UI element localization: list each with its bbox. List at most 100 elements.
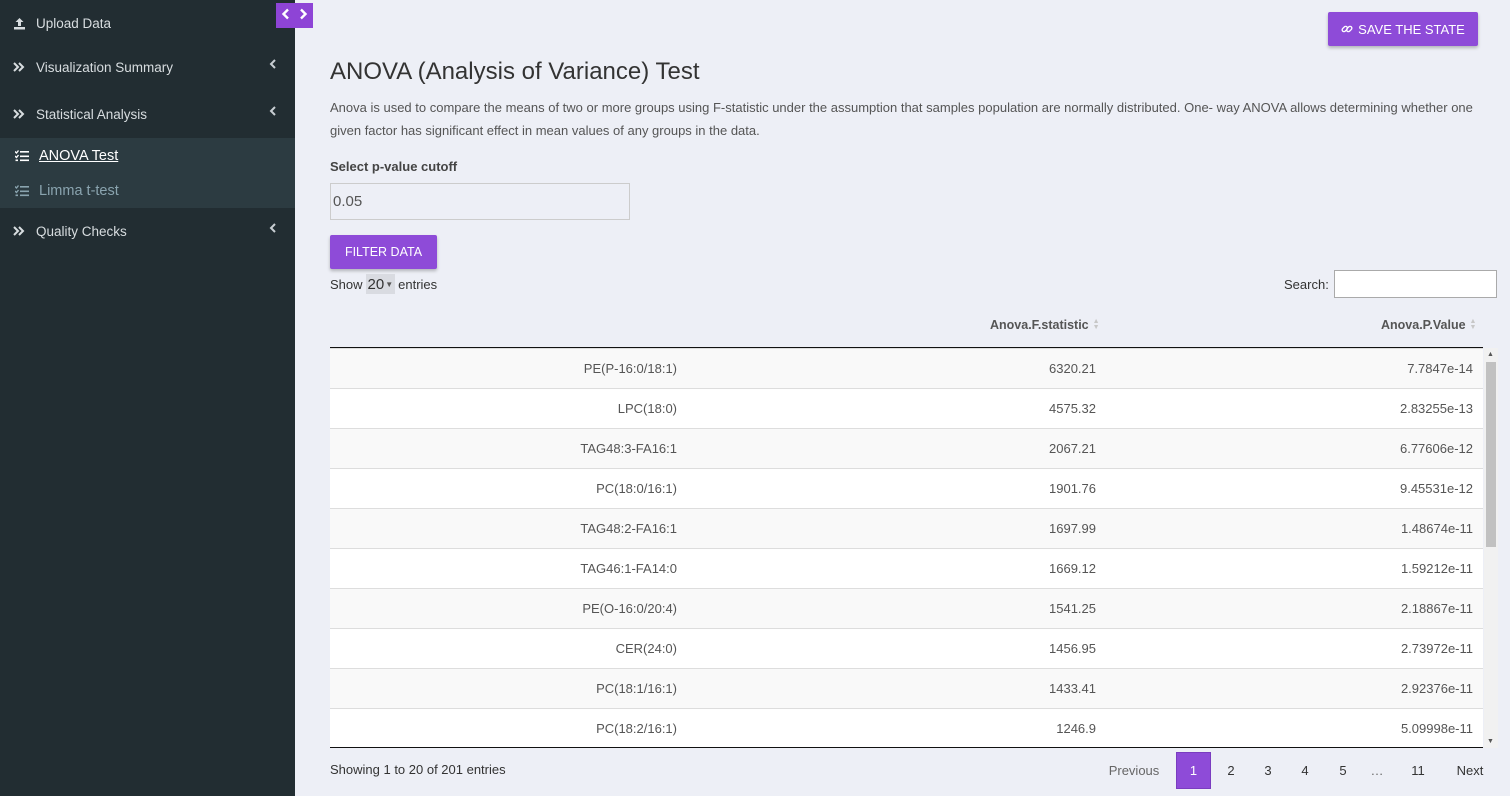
table-cell: TAG48:3-FA16:1 <box>580 441 677 456</box>
double-chevron-right-icon <box>12 62 26 72</box>
table-cell: 1433.41 <box>1049 681 1096 696</box>
sidebar-item-visualization-summary[interactable]: Visualization Summary <box>0 44 295 90</box>
sidebar-item-upload-data[interactable]: Upload Data <box>0 0 295 46</box>
sidebar-item-label: Visualization Summary <box>36 59 174 75</box>
table-cell: 2.73972e-11 <box>1400 641 1473 656</box>
double-chevron-right-icon <box>12 226 26 236</box>
column-header-label: Anova.P.Value <box>1381 318 1466 332</box>
table-cell: PC(18:0/16:1) <box>596 481 677 496</box>
table-cell: 1246.9 <box>1056 721 1096 736</box>
scrollbar-thumb[interactable] <box>1486 362 1496 547</box>
pagination-page-2[interactable]: 2 <box>1214 752 1248 789</box>
save-state-button[interactable]: SAVE THE STATE <box>1328 12 1478 46</box>
chevron-left-icon <box>269 106 276 119</box>
table-cell: 1669.12 <box>1049 561 1096 576</box>
table-cell: 9.45531e-12 <box>1399 481 1473 496</box>
column-header-f-statistic[interactable]: Anova.F.statistic ▲ ▼ <box>990 318 1100 332</box>
filter-data-button[interactable]: FILTER DATA <box>330 235 437 269</box>
sidebar-item-label: Statistical Analysis <box>36 106 148 122</box>
save-state-label: SAVE THE STATE <box>1358 21 1465 37</box>
sidebar-item-statistical-analysis[interactable]: Statistical Analysis <box>0 91 295 137</box>
list-check-icon <box>15 184 29 197</box>
table-row[interactable]: PE(P-16:0/18:1) 6320.21 7.7847e-14 <box>330 348 1483 388</box>
table-cell: TAG46:1-FA14:0 <box>580 561 677 576</box>
table-cell: 1901.76 <box>1049 481 1096 496</box>
column-header-p-value[interactable]: Anova.P.Value ▲ ▼ <box>1381 318 1476 332</box>
pvalue-label: Select p-value cutoff <box>330 159 458 174</box>
table-cell: CER(24:0) <box>615 641 677 656</box>
table-cell: PE(O-16:0/20:4) <box>582 601 677 616</box>
sidebar-toggle-button[interactable] <box>276 3 313 28</box>
statistical-analysis-submenu: ANOVA Test Limma t-test <box>0 138 295 208</box>
table-cell: 2.83255e-13 <box>1399 401 1473 416</box>
entries-label: entries <box>398 276 438 292</box>
table-header: Anova.F.statistic ▲ ▼ Anova.P.Value ▲ ▼ <box>330 306 1483 348</box>
pagination-next[interactable]: Next <box>1446 752 1494 789</box>
table-cell: 1.48674e-11 <box>1400 521 1473 536</box>
search-input[interactable] <box>1334 270 1497 298</box>
list-check-icon <box>15 149 29 162</box>
sidebar-item-limma-t-test[interactable]: Limma t-test <box>0 173 295 208</box>
search-label: Search: <box>1284 277 1329 292</box>
table-cell: PC(18:2/16:1) <box>596 721 677 736</box>
scroll-down-arrow-icon[interactable]: ▼ <box>1487 738 1494 745</box>
table-cell: PE(P-16:0/18:1) <box>583 361 677 376</box>
pagination-page-1[interactable]: 1 <box>1176 752 1211 789</box>
table-cell: 4575.32 <box>1049 401 1096 416</box>
table-info: Showing 1 to 20 of 201 entries <box>330 762 506 777</box>
table-row[interactable]: PC(18:0/16:1) 1901.76 9.45531e-12 <box>330 468 1483 508</box>
table-cell: 5.09998e-11 <box>1400 721 1473 736</box>
chevron-left-icon <box>269 223 276 236</box>
table-row[interactable]: CER(24:0) 1456.95 2.73972e-11 <box>330 628 1483 668</box>
page-title: ANOVA (Analysis of Variance) Test <box>330 58 700 85</box>
table-cell: 1541.25 <box>1049 601 1096 616</box>
pagination-page-5[interactable]: 5 <box>1326 752 1360 789</box>
sidebar-item-label: Quality Checks <box>36 223 127 239</box>
table-row[interactable]: PC(18:1/16:1) 1433.41 2.92376e-11 <box>330 668 1483 708</box>
page-description: Anova is used to compare the means of tw… <box>330 100 1473 138</box>
scroll-up-arrow-icon[interactable]: ▲ <box>1487 351 1494 358</box>
table-row[interactable]: PC(18:2/16:1) 1246.9 5.09998e-11 <box>330 708 1483 747</box>
table-cell: 1.59212e-11 <box>1400 561 1473 576</box>
sort-icon: ▲ ▼ <box>1092 318 1100 331</box>
double-chevron-right-icon <box>12 109 26 119</box>
upload-icon <box>12 17 26 30</box>
page-length-control: Show 20 ▼ entries <box>330 274 437 294</box>
show-label: Show <box>330 276 363 292</box>
table-row[interactable]: LPC(18:0) 4575.32 2.83255e-13 <box>330 388 1483 428</box>
page-length-select[interactable]: 20 ▼ <box>365 274 396 294</box>
table-row[interactable]: TAG46:1-FA14:0 1669.12 1.59212e-11 <box>330 548 1483 588</box>
table-cell: 2.92376e-11 <box>1400 681 1473 696</box>
table-cell: TAG48:2-FA16:1 <box>580 521 677 536</box>
table-cell: 6.77606e-12 <box>1399 441 1473 456</box>
table-cell: LPC(18:0) <box>617 401 677 416</box>
chevron-left-icon <box>281 7 290 25</box>
table-body: PE(P-16:0/18:1) 6320.21 7.7847e-14 LPC(1… <box>330 348 1483 748</box>
table-cell: 7.7847e-14 <box>1407 361 1473 376</box>
table-cell: 1456.95 <box>1049 641 1096 656</box>
sort-icon: ▲ ▼ <box>1469 318 1477 331</box>
pvalue-input[interactable] <box>330 183 630 220</box>
pagination-page-3[interactable]: 3 <box>1251 752 1285 789</box>
pagination-ellipsis: … <box>1370 763 1384 778</box>
sidebar-item-label: Upload Data <box>36 15 112 31</box>
column-header-label: Anova.F.statistic <box>990 318 1089 332</box>
pagination-page-11[interactable]: 11 <box>1398 752 1438 789</box>
sidebar-item-quality-checks[interactable]: Quality Checks <box>0 208 295 254</box>
caret-down-icon: ▼ <box>385 279 394 289</box>
table-cell: 2.18867e-11 <box>1400 601 1473 616</box>
sidebar-item-anova-test[interactable]: ANOVA Test <box>0 138 295 173</box>
table-scrollbar[interactable]: ▲ ▼ <box>1484 348 1498 748</box>
page-length-value: 20 <box>367 275 385 293</box>
table-cell: 1697.99 <box>1049 521 1096 536</box>
sidebar: Upload Data Visualization Summary Statis… <box>0 0 295 796</box>
chevron-right-icon <box>299 7 308 25</box>
pagination-previous[interactable]: Previous <box>1101 752 1167 789</box>
link-icon <box>1341 23 1353 35</box>
table-cell: 6320.21 <box>1049 361 1096 376</box>
table-row[interactable]: TAG48:3-FA16:1 2067.21 6.77606e-12 <box>330 428 1483 468</box>
pagination-page-4[interactable]: 4 <box>1288 752 1322 789</box>
table-row[interactable]: PE(O-16:0/20:4) 1541.25 2.18867e-11 <box>330 588 1483 628</box>
table-row[interactable]: TAG48:2-FA16:1 1697.99 1.48674e-11 <box>330 508 1483 548</box>
table-cell: PC(18:1/16:1) <box>596 681 677 696</box>
